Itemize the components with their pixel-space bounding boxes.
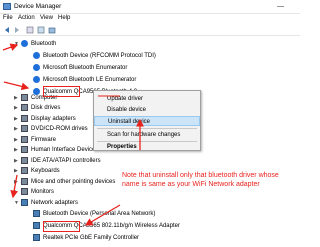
- annotation-arrows: [2, 43, 144, 226]
- arrow-qualcomm-wifi: [84, 204, 121, 226]
- arrow-qualcomm-bt: [3, 81, 30, 91]
- arrow-network: [10, 174, 18, 199]
- annotation-note: Note that uninstall only that bluetooth …: [122, 172, 279, 188]
- arrow-bluetooth: [2, 43, 19, 51]
